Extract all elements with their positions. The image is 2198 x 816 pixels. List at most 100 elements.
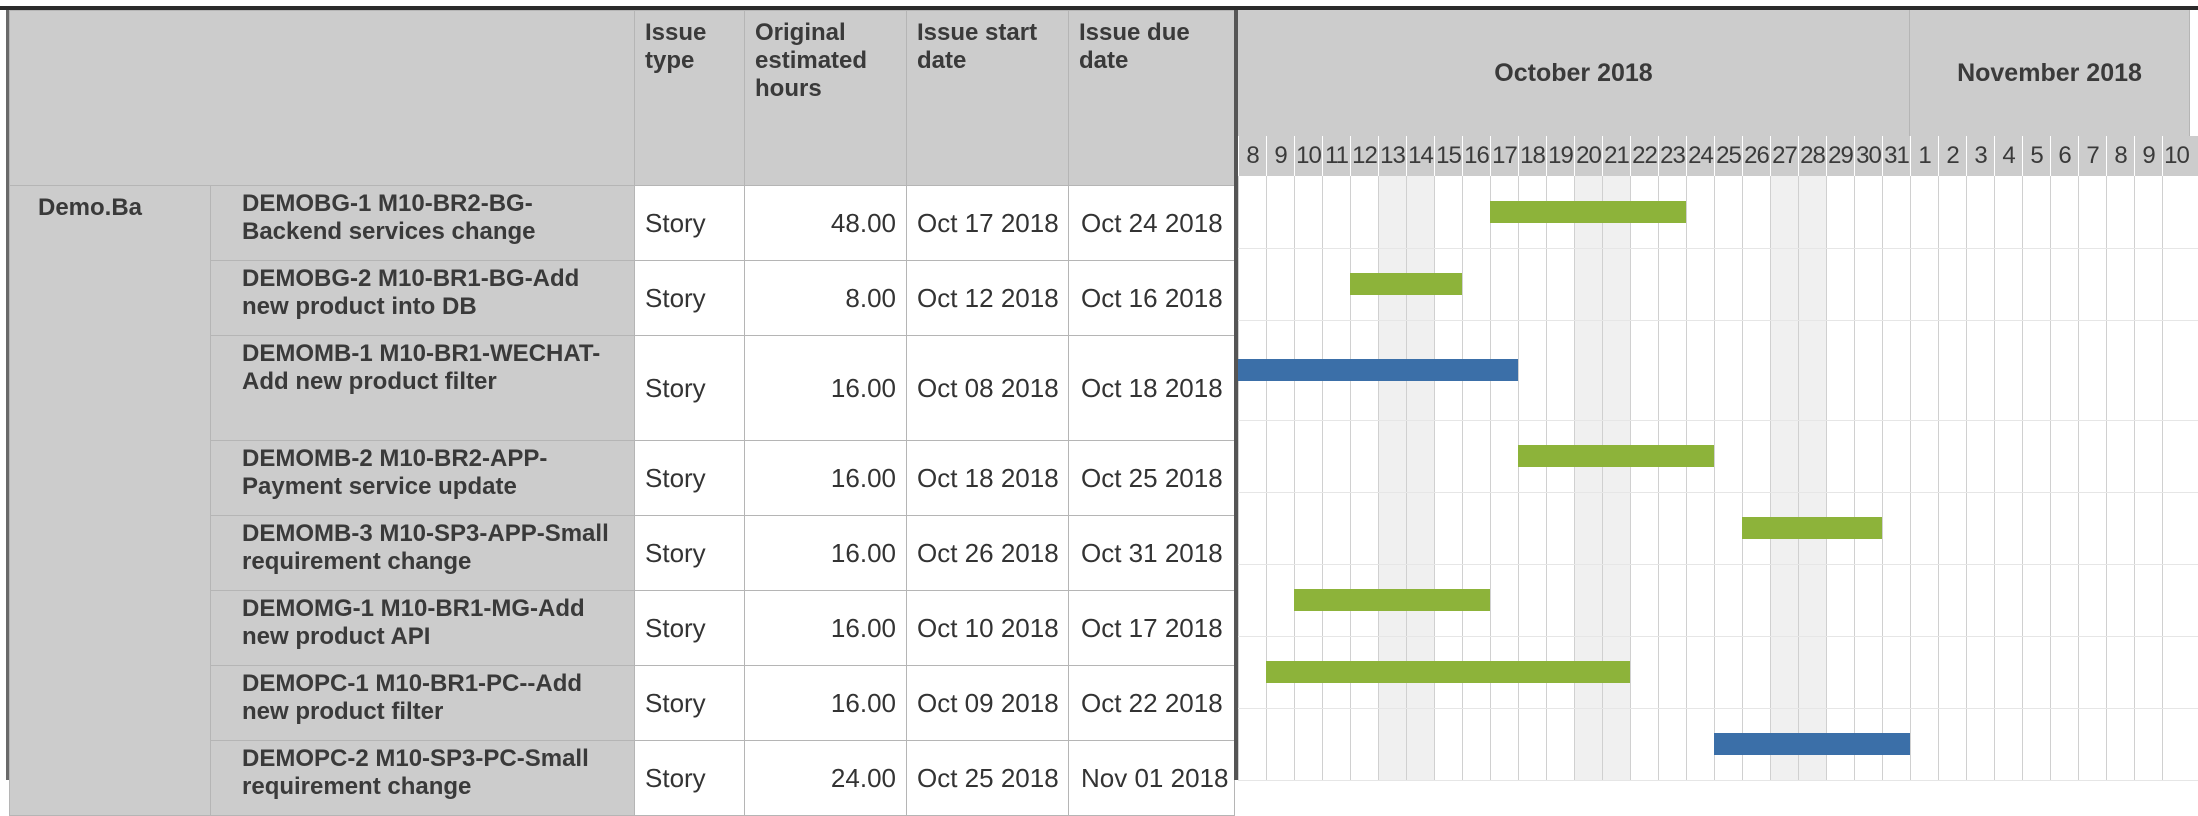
day-column <box>1630 176 1658 780</box>
due-date-cell: Oct 22 2018 <box>1068 665 1235 741</box>
day-label: 8 <box>1238 136 1266 176</box>
day-label: 21 <box>1602 136 1630 176</box>
issue-summary[interactable]: DEMOMG-1 M10-BR1-MG-Add new product API <box>210 590 635 666</box>
day-label: 29 <box>1826 136 1854 176</box>
day-label: 9 <box>1266 136 1294 176</box>
due-date-header[interactable]: Issue due date <box>1068 10 1235 186</box>
day-column <box>2134 176 2162 780</box>
row-separator <box>1238 564 2198 565</box>
day-label: 18 <box>1518 136 1546 176</box>
day-column <box>1322 176 1350 780</box>
estimate-cell: 24.00 <box>744 740 907 816</box>
row-separator <box>1238 636 2198 637</box>
start-date-header[interactable]: Issue start date <box>906 10 1069 186</box>
day-label: 17 <box>1490 136 1518 176</box>
day-label: 3 <box>1966 136 1994 176</box>
day-label: 30 <box>1854 136 1882 176</box>
due-date-cell: Oct 31 2018 <box>1068 515 1235 591</box>
day-label: 26 <box>1742 136 1770 176</box>
issue-type-cell: Story <box>634 335 745 441</box>
day-column <box>1378 176 1406 780</box>
day-column <box>1518 176 1546 780</box>
row-separator <box>1238 492 2198 493</box>
day-label: 15 <box>1434 136 1462 176</box>
day-label: 16 <box>1462 136 1490 176</box>
issue-summary[interactable]: DEMOMB-1 M10-BR1-WECHAT-Add new product … <box>210 335 635 441</box>
day-column <box>1798 176 1826 780</box>
day-label: 25 <box>1714 136 1742 176</box>
day-column <box>1434 176 1462 780</box>
row-separator <box>1238 320 2198 321</box>
day-column <box>1602 176 1630 780</box>
gantt-bar[interactable] <box>1294 589 1490 611</box>
day-column <box>2078 176 2106 780</box>
due-date-cell: Oct 16 2018 <box>1068 260 1235 336</box>
gantt-bar[interactable] <box>1490 201 1686 223</box>
row-separator <box>1238 248 2198 249</box>
day-column <box>1826 176 1854 780</box>
issue-summary[interactable]: DEMOMB-2 M10-BR2-APP-Payment service upd… <box>210 440 635 516</box>
day-column <box>1994 176 2022 780</box>
issue-type-cell: Story <box>634 185 745 261</box>
day-column <box>2022 176 2050 780</box>
day-label: 13 <box>1378 136 1406 176</box>
issue-type-cell: Story <box>634 440 745 516</box>
due-date-cell: Oct 18 2018 <box>1068 335 1235 441</box>
day-column <box>1238 176 1266 780</box>
table-header-row: Issue type Original estimated hours Issu… <box>9 10 1235 186</box>
day-label: 28 <box>1798 136 1826 176</box>
day-label: 10 <box>1294 136 1322 176</box>
start-date-cell: Oct 10 2018 <box>906 590 1069 666</box>
day-column <box>1406 176 1434 780</box>
issue-summary[interactable]: DEMOMB-3 M10-SP3-APP-Small requirement c… <box>210 515 635 591</box>
due-date-cell: Oct 24 2018 <box>1068 185 1235 261</box>
day-column <box>1854 176 1882 780</box>
day-label: 12 <box>1350 136 1378 176</box>
day-label: 23 <box>1658 136 1686 176</box>
start-date-cell: Oct 08 2018 <box>906 335 1069 441</box>
original-estimate-header[interactable]: Original estimated hours <box>744 10 907 186</box>
start-date-cell: Oct 25 2018 <box>906 740 1069 816</box>
day-label: 14 <box>1406 136 1434 176</box>
due-date-cell: Nov 01 2018 <box>1068 740 1235 816</box>
day-column <box>1742 176 1770 780</box>
gantt-bar[interactable] <box>1350 273 1462 295</box>
due-date-cell: Oct 17 2018 <box>1068 590 1235 666</box>
day-column <box>1294 176 1322 780</box>
issue-type-cell: Story <box>634 260 745 336</box>
day-column <box>1490 176 1518 780</box>
month-header: November 2018 <box>1910 10 2190 136</box>
start-date-cell: Oct 18 2018 <box>906 440 1069 516</box>
day-column <box>1938 176 1966 780</box>
issue-type-cell: Story <box>634 515 745 591</box>
issue-type-header[interactable]: Issue type <box>634 10 745 186</box>
issue-type-cell: Story <box>634 665 745 741</box>
issue-summary[interactable]: DEMOBG-2 M10-BR1-BG-Add new product into… <box>210 260 635 336</box>
gantt-bar[interactable] <box>1714 733 1910 755</box>
gantt-bar[interactable] <box>1742 517 1882 539</box>
project-cell[interactable]: Demo.Ba <box>9 185 211 816</box>
start-date-cell: Oct 12 2018 <box>906 260 1069 336</box>
issue-summary[interactable]: DEMOPC-2 M10-SP3-PC-Small requirement ch… <box>210 740 635 816</box>
day-label: 10 <box>2162 136 2190 176</box>
table-row[interactable]: Demo.Ba DEMOBG-1 M10-BR2-BG-Backend serv… <box>9 185 1235 816</box>
day-label: 27 <box>1770 136 1798 176</box>
day-column <box>1910 176 1938 780</box>
start-date-cell: Oct 09 2018 <box>906 665 1069 741</box>
issue-type-cell: Story <box>634 740 745 816</box>
gantt-bar[interactable] <box>1266 661 1630 683</box>
gantt-bar[interactable] <box>1238 359 1518 381</box>
row-separator <box>1238 708 2198 709</box>
issue-summary[interactable]: DEMOPC-1 M10-BR1-PC--Add new product fil… <box>210 665 635 741</box>
day-label: 31 <box>1882 136 1910 176</box>
day-column <box>1658 176 1686 780</box>
issue-summary[interactable]: DEMOBG-1 M10-BR2-BG-Backend services cha… <box>210 185 635 261</box>
month-header: October 2018 <box>1238 10 1910 136</box>
day-label: 7 <box>2078 136 2106 176</box>
day-label: 2 <box>1938 136 1966 176</box>
gantt-bar[interactable] <box>1518 445 1714 467</box>
estimate-cell: 16.00 <box>744 335 907 441</box>
estimate-cell: 16.00 <box>744 590 907 666</box>
summary-header[interactable] <box>9 10 635 186</box>
day-label: 4 <box>1994 136 2022 176</box>
